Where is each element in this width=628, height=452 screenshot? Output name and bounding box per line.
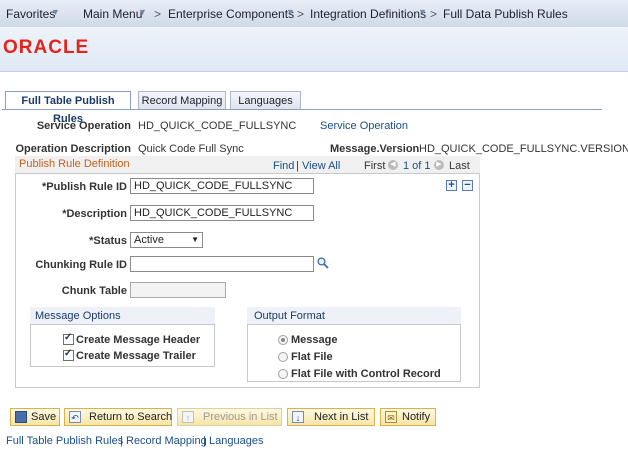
chevron-down-icon[interactable]: ▼ [191,234,199,246]
output-format-title: Output Format [254,310,325,322]
publish-rule-definition-title: Publish Rule Definition [19,158,130,170]
service-operation-label: Service Operation [36,120,131,132]
create-message-trailer-checkbox[interactable] [63,348,74,361]
previous-in-list-icon: ↑ [182,411,194,423]
lookup-icon[interactable] [317,257,329,272]
next-row-icon[interactable]: ▶ [434,160,444,170]
description-input[interactable]: HD_QUICK_CODE_FULLSYNC [130,205,314,221]
main-menu-dropdown-icon[interactable]: ▼ [138,7,147,17]
chunking-rule-id-input[interactable] [130,256,314,272]
output-format-flat-file-control-radio[interactable] [278,369,288,379]
banner-divider [0,71,628,72]
previous-in-list-button[interactable]: ↑ Previous in List [177,408,282,426]
first-link[interactable]: First [364,160,385,172]
message-version-value: HD_QUICK_CODE_FULLSYNC.VERSION_1 [419,143,628,155]
status-select[interactable]: Active ▼ [130,232,203,248]
breadcrumb-separator-icon: > [430,7,438,21]
chunking-rule-id-label: Chunking Rule ID [35,259,127,271]
add-row-icon[interactable]: + [446,180,457,191]
breadcrumb-separator-icon: > [297,7,305,21]
description-label: *Description [62,208,127,220]
breadcrumb-separator-icon: > [154,7,162,21]
create-message-header-checkbox[interactable] [63,332,74,345]
chunk-table-input [130,282,226,298]
notify-button[interactable]: ✉ Notify [380,408,436,426]
tab-underline [2,109,602,110]
main-menu[interactable]: Main Menu [83,7,142,21]
create-message-trailer-label: Create Message Trailer [76,350,196,362]
footer-link-languages[interactable]: Languages [209,435,263,447]
favorites-dropdown-icon[interactable]: ▼ [51,7,60,17]
service-operation-value: HD_QUICK_CODE_FULLSYNC [138,120,297,132]
previous-row-icon[interactable]: ◀ [388,160,398,170]
view-all-link[interactable]: View All [302,160,340,172]
tab-full-table-publish-rules[interactable]: Full Table Publish Rules [5,91,131,125]
breadcrumb-current-page: Full Data Publish Rules [443,7,568,21]
return-to-search-button[interactable]: ↶ Return to Search [64,408,172,426]
oracle-logo: ORACLE [3,37,90,58]
footer-separator: | [120,435,123,447]
tab-record-mapping[interactable]: Record Mapping [138,91,226,109]
branding-banner [0,27,628,71]
return-to-search-icon: ↶ [69,411,81,423]
output-format-flat-file-radio[interactable] [278,352,288,362]
next-in-list-button[interactable]: ↓ Next in List [287,408,375,426]
output-format-flat-file-control-label: Flat File with Control Record [291,368,441,380]
footer-link-record-mapping[interactable]: Record Mapping [126,435,207,447]
create-message-header-label: Create Message Header [76,334,201,346]
top-navigation-bar: Favorites ▼ Main Menu ▼ > Enterprise Com… [0,0,628,28]
breadcrumb-integration-definitions[interactable]: Integration Definitions [310,7,426,21]
breadcrumb-enterprise-components[interactable]: Enterprise Components [168,7,294,21]
status-label: *Status [89,235,127,247]
operation-description-label: Operation Description [15,143,131,155]
find-separator: | [296,160,299,172]
last-link[interactable]: Last [449,160,470,172]
publish-rule-id-label: *Publish Rule ID [42,181,127,193]
message-version-label: Message.Version [330,143,420,155]
next-in-list-icon: ↓ [292,411,304,423]
integration-definitions-dropdown-icon[interactable]: ▼ [418,7,427,17]
service-operation-link[interactable]: Service Operation [320,120,408,132]
footer-link-full-table-publish-rules[interactable]: Full Table Publish Rules [6,435,123,447]
message-options-title: Message Options [35,310,121,322]
tab-languages[interactable]: Languages [230,91,301,109]
enterprise-components-dropdown-icon[interactable]: ▼ [286,7,295,17]
output-format-message-label: Message [291,334,338,346]
find-link[interactable]: Find [273,160,294,172]
save-icon [15,411,27,423]
output-format-flat-file-label: Flat File [291,351,333,363]
delete-row-icon[interactable]: − [462,180,473,191]
footer-separator: | [203,435,206,447]
operation-description-value: Quick Code Full Sync [138,143,244,155]
output-format-message-radio[interactable] [278,335,288,345]
notify-icon: ✉ [385,411,397,423]
row-count: 1 of 1 [403,160,431,172]
favorites-menu[interactable]: Favorites [6,7,55,21]
status-selected-value: Active [134,234,164,246]
chunk-table-label: Chunk Table [61,285,127,297]
publish-rule-id-input[interactable]: HD_QUICK_CODE_FULLSYNC [130,178,314,194]
save-button[interactable]: Save [10,408,60,426]
